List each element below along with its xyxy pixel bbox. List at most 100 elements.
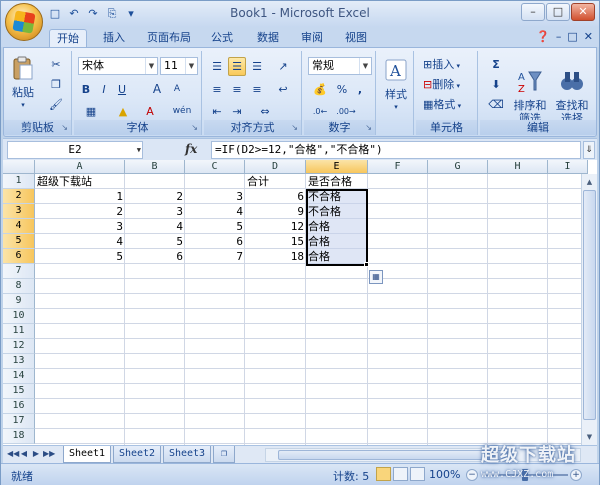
cell-b2[interactable]: 2 [125, 189, 185, 204]
align-middle-icon[interactable]: ☰ [228, 57, 246, 76]
styles-button[interactable]: A 样式 ▾ [380, 57, 412, 114]
wrap-text-icon[interactable]: ↩ [270, 80, 296, 99]
undo-icon[interactable]: ↶ [66, 6, 82, 22]
ribbon-close-icon[interactable]: ✕ [584, 30, 593, 43]
column-header-f[interactable]: F [368, 160, 428, 174]
column-header-d[interactable]: D [245, 160, 306, 174]
cell-d4[interactable]: 12 [245, 219, 306, 234]
row-header-7[interactable]: 7 [3, 264, 35, 279]
cell-a1[interactable]: 超级下载站 [37, 174, 125, 189]
paste-dropdown-icon[interactable]: ▾ [6, 99, 40, 112]
row-header-9[interactable]: 9 [3, 294, 35, 309]
font-name-combo[interactable]: 宋体 ▼ [78, 57, 158, 75]
next-sheet-icon[interactable]: ▶ [31, 449, 41, 458]
page-layout-view-icon[interactable] [393, 467, 408, 481]
tab-insert[interactable]: 插入 [97, 29, 131, 47]
currency-icon[interactable]: 💰 [308, 80, 332, 99]
row-header-6[interactable]: 6 [3, 249, 35, 264]
fill-icon[interactable]: ⬇ [484, 75, 508, 94]
cell-b6[interactable]: 6 [125, 249, 185, 264]
column-header-a[interactable]: A [35, 160, 125, 174]
orientation-icon[interactable]: ↗ [270, 57, 296, 76]
vertical-scrollbar[interactable]: ▲ ▼ [581, 174, 597, 445]
cell-c2[interactable]: 3 [185, 189, 245, 204]
shrink-font-button[interactable]: A [168, 80, 186, 99]
borders-icon[interactable]: ▦ [78, 102, 104, 121]
column-header-c[interactable]: C [185, 160, 245, 174]
cell-e2[interactable]: 不合格 [308, 189, 368, 204]
office-button[interactable] [5, 3, 43, 41]
tab-data[interactable]: 数据 [251, 29, 285, 47]
insert-cells-button[interactable]: ⊞插入 ▾ [420, 55, 474, 74]
zoom-level[interactable]: 100% [429, 468, 460, 481]
decrease-decimal-icon[interactable]: .00→ [334, 102, 358, 121]
grow-font-button[interactable]: A [148, 80, 166, 99]
zoom-out-icon[interactable]: − [466, 469, 478, 481]
autosum-button[interactable]: Σ [484, 55, 508, 74]
minimize-button[interactable]: – [521, 3, 545, 21]
dialog-launcher-icon[interactable]: ↘ [365, 123, 372, 132]
align-center-icon[interactable]: ≡ [228, 80, 246, 99]
align-top-icon[interactable]: ☰ [208, 57, 226, 76]
prev-sheet-icon[interactable]: ◀ [19, 449, 29, 458]
chevron-down-icon[interactable]: ▼ [137, 142, 141, 158]
first-sheet-icon[interactable]: ◀◀ [7, 449, 19, 458]
bold-button[interactable]: B [78, 80, 94, 99]
last-sheet-icon[interactable]: ▶▶ [43, 449, 55, 458]
delete-cells-button[interactable]: ⊟删除 ▾ [420, 75, 474, 94]
cell-b3[interactable]: 3 [125, 204, 185, 219]
select-all-button[interactable] [3, 160, 35, 174]
cell-b5[interactable]: 5 [125, 234, 185, 249]
column-header-e[interactable]: E [306, 160, 368, 174]
cell-d2[interactable]: 6 [245, 189, 306, 204]
row-header-18[interactable]: 18 [3, 429, 35, 444]
row-header-16[interactable]: 16 [3, 399, 35, 414]
row-header-13[interactable]: 13 [3, 354, 35, 369]
row-header-11[interactable]: 11 [3, 324, 35, 339]
paste-button[interactable]: 粘贴 ▾ [6, 55, 40, 112]
cell-a6[interactable]: 5 [35, 249, 125, 264]
cell-e4[interactable]: 合格 [308, 219, 368, 234]
cell-c3[interactable]: 4 [185, 204, 245, 219]
clear-icon[interactable]: ⌫ [484, 95, 508, 114]
font-size-combo[interactable]: 11 ▼ [160, 57, 198, 75]
help-icon[interactable]: ❓ [536, 30, 550, 43]
row-header-14[interactable]: 14 [3, 369, 35, 384]
column-header-b[interactable]: B [125, 160, 185, 174]
scroll-up-icon[interactable]: ▲ [583, 175, 596, 189]
cell-c6[interactable]: 7 [185, 249, 245, 264]
underline-button[interactable]: U [114, 80, 130, 99]
worksheet-grid[interactable]: ABCDEFGHI 1 2 3 4 5 6 7 8 9 10 11 12 13 14 15 16 17 18 超级… [3, 160, 597, 445]
increase-indent-icon[interactable]: ⇥ [228, 102, 246, 121]
row-header-8[interactable]: 8 [3, 279, 35, 294]
cell-d5[interactable]: 15 [245, 234, 306, 249]
align-left-icon[interactable]: ≡ [208, 80, 226, 99]
row-header-17[interactable]: 17 [3, 414, 35, 429]
format-painter-icon[interactable]: 🖌 [46, 95, 66, 114]
cell-d1[interactable]: 合计 [247, 174, 306, 189]
row-header-2[interactable]: 2 [3, 189, 35, 204]
cell-e6[interactable]: 合格 [308, 249, 368, 264]
redo-icon[interactable]: ↷ [85, 6, 101, 22]
row-header-4[interactable]: 4 [3, 219, 35, 234]
cell-d3[interactable]: 9 [245, 204, 306, 219]
cell-e3[interactable]: 不合格 [308, 204, 368, 219]
align-right-icon[interactable]: ≡ [248, 80, 266, 99]
insert-function-button[interactable]: fx [185, 142, 197, 156]
cut-icon[interactable]: ✂ [46, 55, 66, 74]
horizontal-scroll-thumb[interactable] [278, 450, 508, 460]
name-box[interactable]: E2 ▼ [7, 141, 143, 159]
increase-decimal-icon[interactable]: .0← [308, 102, 332, 121]
column-header-g[interactable]: G [428, 160, 488, 174]
row-header-1[interactable]: 1 [3, 174, 35, 189]
close-button[interactable]: ✕ [571, 3, 595, 21]
customize-qat-icon[interactable]: ▾ [123, 6, 139, 22]
dialog-launcher-icon[interactable]: ↘ [191, 123, 198, 132]
expand-formula-bar-icon[interactable]: ⇓ [583, 141, 595, 159]
cell-e1[interactable]: 是否合格 [308, 174, 368, 189]
sheet-tab-sheet3[interactable]: Sheet3 [163, 446, 211, 463]
row-header-10[interactable]: 10 [3, 309, 35, 324]
save-icon[interactable]: □ [47, 6, 63, 22]
cell-c4[interactable]: 5 [185, 219, 245, 234]
number-format-combo[interactable]: 常规 ▼ [308, 57, 372, 75]
